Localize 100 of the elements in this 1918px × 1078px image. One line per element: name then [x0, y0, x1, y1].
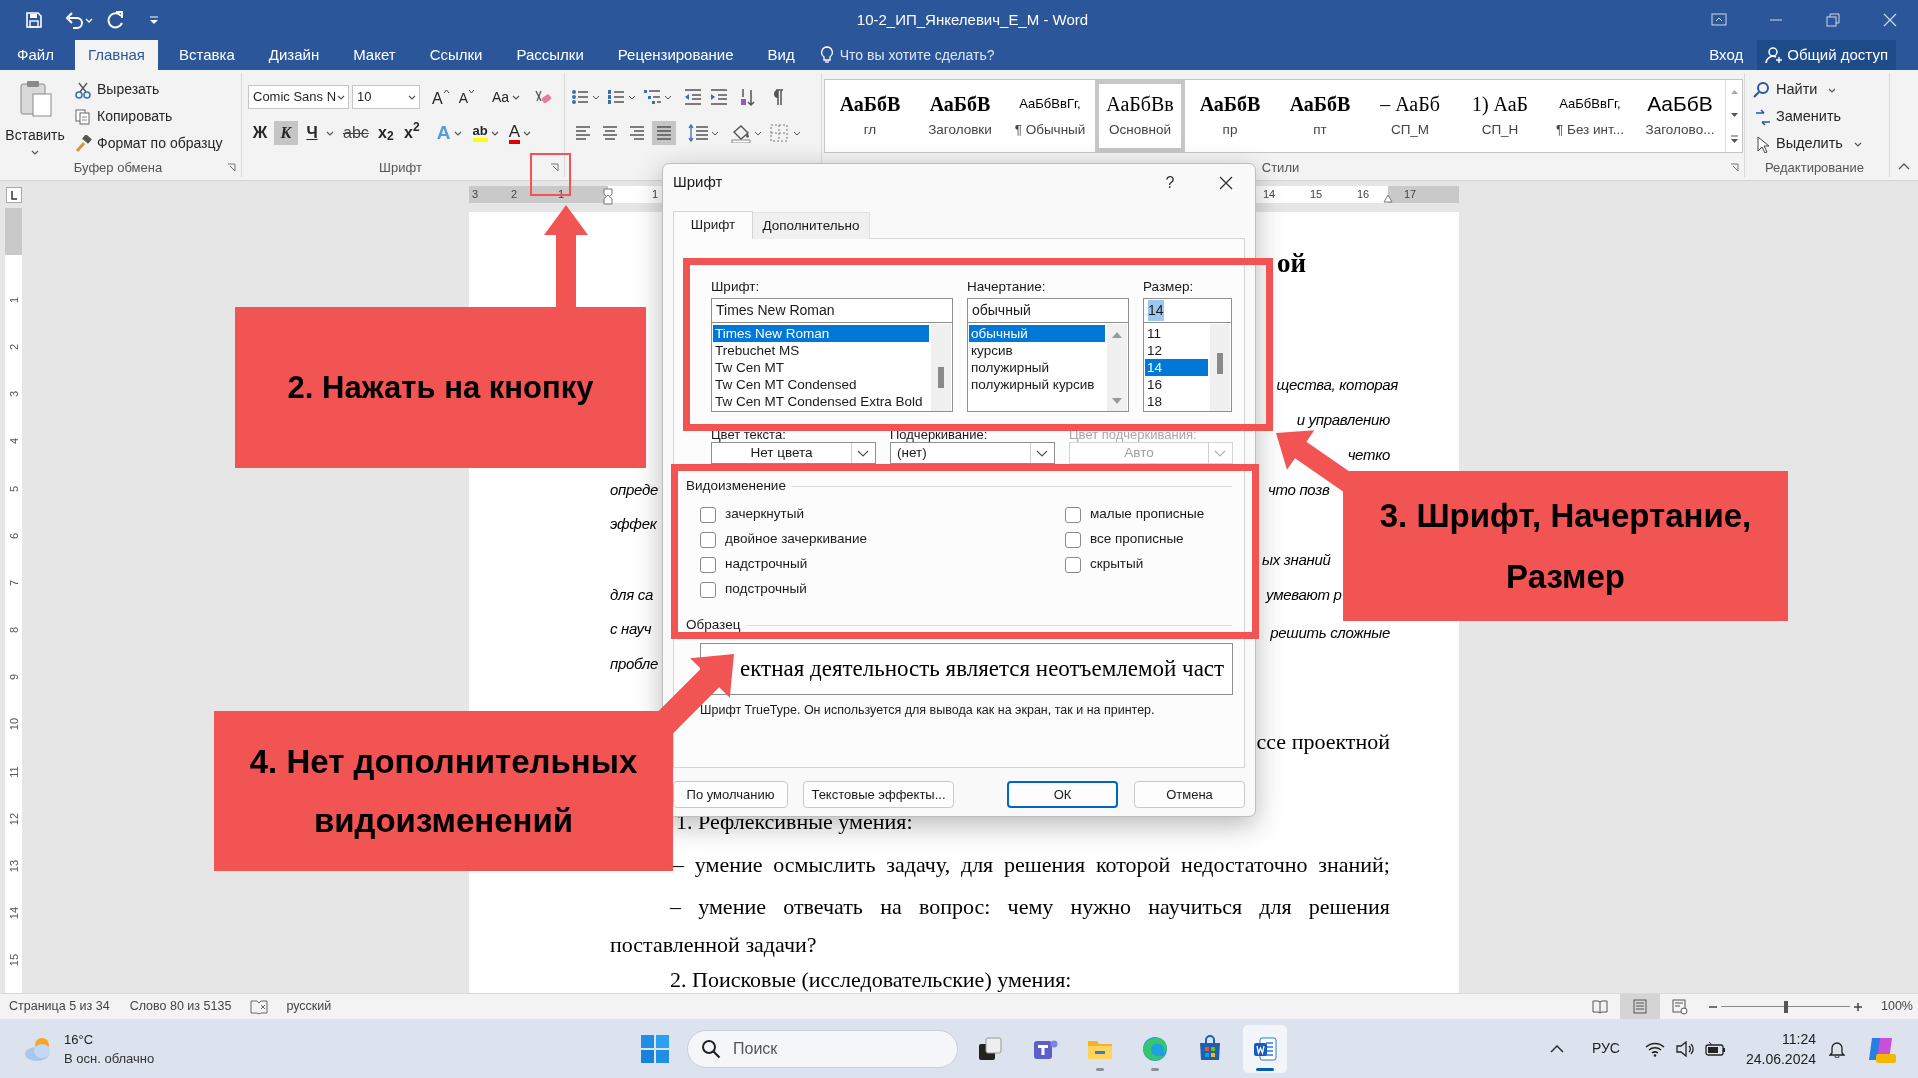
checkbox[interactable] [1065, 506, 1081, 523]
line-spacing-icon[interactable] [687, 123, 719, 143]
word-count[interactable]: Слово 80 из 5135 [129, 997, 232, 1016]
indent-marker-icon[interactable] [603, 188, 613, 205]
dropdown[interactable]: (нет) [890, 442, 1055, 464]
dialog-button[interactable]: По умолчанию [673, 781, 788, 808]
dialog-launcher-icon[interactable] [227, 162, 236, 172]
dialog-button[interactable]: Текстовые эффекты... [803, 781, 954, 808]
more-styles-icon[interactable] [1729, 134, 1739, 144]
checkbox-label[interactable]: скрытый [1090, 554, 1144, 575]
share-button[interactable]: Общий доступ [1757, 40, 1896, 70]
restore-icon[interactable] [1823, 11, 1842, 29]
start-icon[interactable] [640, 1033, 670, 1064]
redo-icon[interactable] [106, 10, 126, 30]
dialog-tab[interactable]: Дополнительно [753, 212, 870, 239]
clock[interactable]: 11:24 24.06.2024 [1745, 1028, 1816, 1069]
list-option[interactable]: обычный [969, 325, 1105, 342]
highlight-button[interactable]: ab [470, 121, 501, 145]
decrease-indent-icon[interactable] [683, 87, 703, 107]
style-item[interactable]: АаБбВ гл [825, 80, 915, 152]
list-option[interactable]: 11 [1145, 325, 1208, 342]
checkbox-label[interactable]: все прописные [1090, 529, 1184, 550]
battery-icon[interactable] [1703, 1040, 1726, 1057]
zoom-level[interactable]: 100% [1881, 997, 1913, 1016]
list-option[interactable]: курсив [969, 342, 1105, 359]
taskbar-app[interactable] [1243, 1024, 1287, 1073]
font-name-combo[interactable]: Comic Sans N [248, 85, 349, 109]
dialog-button[interactable]: ОК [1007, 781, 1118, 808]
tab-stop-selector-icon[interactable] [5, 186, 22, 203]
bullet-list-icon[interactable] [571, 87, 601, 107]
ribbon-tab[interactable]: Рассылки [503, 40, 597, 70]
proofing-icon[interactable] [249, 998, 270, 1015]
weather-widget[interactable]: 16°C В осн. облачно [22, 1029, 155, 1068]
checkbox-label[interactable]: малые прописные [1090, 504, 1205, 525]
chevron-up-icon[interactable] [1549, 1043, 1564, 1054]
dialog-tab[interactable]: Шрифт [673, 211, 753, 239]
font-name-field[interactable]: Times New Roman [711, 298, 953, 323]
scrollbar[interactable] [931, 324, 951, 411]
numbered-list-icon[interactable] [607, 87, 637, 107]
ribbon-tab[interactable]: Вставка [166, 40, 248, 70]
scrollbar[interactable] [1210, 324, 1230, 411]
editing-command[interactable]: Заменить [1751, 105, 1889, 129]
font-style-field[interactable]: обычный [967, 298, 1129, 323]
list-option[interactable]: Tw Cen MT Condensed [713, 376, 929, 393]
style-item[interactable]: АаБбВв Основной [1095, 80, 1185, 152]
checkbox-label[interactable]: зачеркнутый [725, 504, 804, 525]
multilevel-list-icon[interactable] [643, 87, 673, 107]
ribbon-tab[interactable]: Вид [754, 40, 808, 70]
dialog-launcher-icon[interactable] [550, 162, 559, 172]
align-justify-button[interactable] [652, 121, 676, 145]
tell-me-field[interactable]: Что вы хотите сделать? [819, 40, 995, 70]
sign-in-link[interactable]: Вход [1705, 40, 1748, 70]
grow-font-button[interactable]: A [429, 85, 453, 109]
page-count[interactable]: Страница 5 из 34 [9, 997, 110, 1016]
ribbon-tab[interactable]: Ссылки [416, 40, 496, 70]
list-option[interactable]: полужирный курсив [969, 376, 1105, 393]
undo-icon[interactable] [63, 10, 93, 30]
format-button[interactable]: abc [340, 121, 372, 145]
shrink-font-button[interactable]: A [455, 85, 478, 109]
scroll-down-icon[interactable] [1729, 111, 1739, 118]
zoom-slider[interactable] [1721, 999, 1850, 1014]
change-case-button[interactable]: Aa [489, 85, 524, 109]
format-button[interactable]: x$_{2}$ [373, 121, 398, 145]
language-indicator[interactable]: русский [286, 997, 332, 1016]
slider-thumb[interactable] [1783, 1000, 1788, 1013]
save-icon[interactable] [24, 10, 44, 30]
ribbon-tab[interactable]: Файл [4, 40, 67, 70]
style-item[interactable]: АаБбВ Заголово... [1635, 80, 1725, 152]
list-option[interactable]: 16 [1145, 376, 1208, 393]
editing-command[interactable]: Выделить [1751, 132, 1889, 156]
clipboard-command[interactable]: Вырезать [72, 78, 225, 101]
wifi-icon[interactable] [1644, 1040, 1665, 1057]
list-option[interactable]: Tw Cen MT [713, 359, 929, 376]
dialog-button[interactable]: Отмена [1134, 781, 1245, 808]
speaker-icon[interactable] [1674, 1040, 1695, 1057]
list-option[interactable]: 18 [1145, 393, 1208, 410]
ribbon-tab[interactable]: Дизайн [255, 40, 333, 70]
caret-icon[interactable] [326, 129, 334, 137]
scrollbar[interactable] [1107, 324, 1127, 411]
customize-icon[interactable] [148, 14, 160, 26]
clipboard-command[interactable]: Копировать [72, 105, 225, 128]
paste-button[interactable]: Вставить [4, 78, 66, 156]
shading-icon[interactable] [730, 123, 762, 143]
dialog-launcher-icon[interactable] [1730, 162, 1739, 172]
increase-indent-icon[interactable] [709, 87, 729, 107]
checkbox[interactable] [700, 506, 716, 523]
ribbon-tab[interactable]: Макет [340, 40, 409, 70]
style-item[interactable]: АаБбВвГг, ¶ Без инт... [1545, 80, 1635, 152]
style-item[interactable]: АаБбВвГг, ¶ Обычный [1005, 80, 1095, 152]
style-item[interactable]: АаБбВ Заголовки [915, 80, 1005, 152]
list-option[interactable]: Times New Roman [713, 325, 929, 342]
list-option[interactable]: 12 [1145, 342, 1208, 359]
checkbox[interactable] [700, 531, 716, 548]
checkbox-label[interactable]: двойное зачеркивание [725, 529, 868, 550]
checkbox[interactable] [700, 581, 716, 598]
search-field[interactable]: Поиск [687, 1029, 958, 1068]
checkbox-label[interactable]: подстрочный [725, 579, 807, 600]
list-option[interactable]: Tw Cen MT Condensed Extra Bold [713, 393, 929, 410]
list-option[interactable]: Trebuchet MS [713, 342, 929, 359]
style-item[interactable]: АаБбВ пр [1185, 80, 1275, 152]
